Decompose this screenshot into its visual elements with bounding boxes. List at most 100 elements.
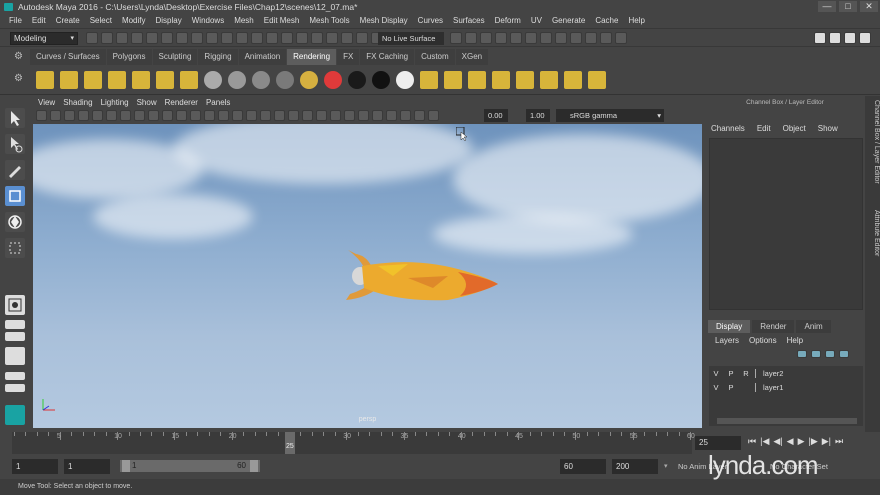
toggle-icon[interactable] (814, 32, 826, 44)
material-surface-icon[interactable] (348, 71, 366, 89)
menu-file[interactable]: File (4, 14, 27, 28)
snap-curve-icon[interactable] (221, 32, 233, 44)
viewport-tool-icon[interactable] (274, 110, 285, 121)
channel-box-toggle-icon[interactable] (615, 32, 627, 44)
visibility-toggle[interactable]: V (709, 369, 723, 378)
snap-view-icon[interactable] (251, 32, 263, 44)
viewport-tool-icon[interactable] (78, 110, 89, 121)
maximize-button[interactable]: □ (839, 1, 857, 12)
render-icon[interactable] (420, 71, 438, 89)
viewport-menu-panels[interactable]: Panels (202, 97, 234, 109)
viewport-menu-show[interactable]: Show (133, 97, 161, 109)
tab-render[interactable]: Render (752, 320, 795, 333)
channel-menu-channels[interactable]: Channels (711, 124, 745, 133)
lasso-tool-icon[interactable] (5, 134, 25, 154)
time-slider[interactable]: 5 10 15 20 25 30 35 40 45 50 55 60 25 (12, 432, 695, 454)
viewport-tool-icon[interactable] (218, 110, 229, 121)
toggle-icon[interactable] (844, 32, 856, 44)
target-icon[interactable] (588, 71, 606, 89)
viewport-tool-icon[interactable] (204, 110, 215, 121)
menu-windows[interactable]: Windows (187, 14, 229, 28)
playback-toggle[interactable]: P (723, 369, 739, 378)
new-scene-icon[interactable] (86, 32, 98, 44)
viewport-tool-icon[interactable] (316, 110, 327, 121)
viewport-tool-icon[interactable] (386, 110, 397, 121)
render-frame-icon[interactable] (450, 32, 462, 44)
tab-attribute-editor[interactable]: Attribute Editor (865, 210, 880, 290)
viewport-tool-icon[interactable] (302, 110, 313, 121)
viewport-tool-icon[interactable] (64, 110, 75, 121)
new-layer-selected-icon[interactable] (839, 350, 849, 358)
channel-menu-object[interactable]: Object (783, 124, 806, 133)
hypershade-icon[interactable] (516, 71, 534, 89)
layer-menu-help[interactable]: Help (787, 336, 803, 345)
viewport-tool-icon[interactable] (344, 110, 355, 121)
undo-icon[interactable] (131, 32, 143, 44)
magnet-icon[interactable] (341, 32, 353, 44)
construction-icon[interactable] (326, 32, 338, 44)
viewport-tool-icon[interactable] (372, 110, 383, 121)
viewport-tool-icon[interactable] (176, 110, 187, 121)
layer-menu-options[interactable]: Options (749, 336, 777, 345)
light-link-icon[interactable] (564, 71, 582, 89)
menu-edit-mesh[interactable]: Edit Mesh (259, 14, 305, 28)
menu-surfaces[interactable]: Surfaces (448, 14, 490, 28)
menu-create[interactable]: Create (51, 14, 85, 28)
viewport-tool-icon[interactable] (288, 110, 299, 121)
render-settings-icon[interactable] (492, 71, 510, 89)
maya-m-icon[interactable] (5, 405, 25, 425)
ipr-render-icon[interactable] (465, 32, 477, 44)
visibility-toggle[interactable]: V (709, 383, 723, 392)
toggle-icon[interactable] (829, 32, 841, 44)
live-surface-field[interactable]: No Live Surface (378, 32, 444, 45)
move-tool-icon[interactable] (5, 186, 25, 206)
persp-outliner-icon[interactable] (5, 347, 25, 365)
ipr-icon[interactable] (444, 71, 462, 89)
character-controls-icon[interactable] (570, 32, 582, 44)
menu-generate[interactable]: Generate (547, 14, 590, 28)
go-to-end-icon[interactable]: ⏭ (835, 436, 843, 450)
material-anisotropic-icon[interactable] (300, 71, 318, 89)
tab-channel-box[interactable]: Channel Box / Layer Editor (865, 100, 880, 200)
hypershade-icon[interactable] (495, 32, 507, 44)
play-backward-icon[interactable]: ◀ (787, 436, 794, 450)
layer-color-swatch[interactable] (755, 369, 763, 378)
channel-menu-show[interactable]: Show (818, 124, 838, 133)
ambient-light-icon[interactable] (36, 71, 54, 89)
viewport-tool-icon[interactable] (190, 110, 201, 121)
mode-selector[interactable]: Modeling ▾ (10, 32, 78, 45)
symmetry-icon[interactable] (356, 32, 368, 44)
close-button[interactable]: ✕ (860, 1, 878, 12)
output-icon[interactable] (311, 32, 323, 44)
select-tool-icon[interactable] (5, 108, 25, 128)
four-view-icon[interactable] (5, 320, 25, 329)
batch-icon[interactable] (468, 71, 486, 89)
channel-box-body[interactable] (709, 138, 863, 310)
material-lambert-icon[interactable] (228, 71, 246, 89)
viewport-tool-icon[interactable] (246, 110, 257, 121)
viewport-tool-icon[interactable] (232, 110, 243, 121)
scale-tool-icon[interactable] (5, 238, 25, 258)
layer-row[interactable]: V P Rlayer2 (709, 367, 863, 380)
render-view-icon[interactable] (510, 32, 522, 44)
snap-grid-icon[interactable] (206, 32, 218, 44)
viewport-menu-renderer[interactable]: Renderer (161, 97, 202, 109)
save-scene-icon[interactable] (116, 32, 128, 44)
select-object-icon[interactable] (176, 32, 188, 44)
area-light-icon[interactable] (132, 71, 150, 89)
layer-move-up-icon[interactable] (797, 350, 807, 358)
range-slider-handle[interactable] (122, 460, 130, 472)
shelf-tab-fx-caching[interactable]: FX Caching (360, 49, 415, 65)
playback-toggle[interactable]: P (723, 383, 739, 392)
shelf-tab-rendering[interactable]: Rendering (287, 49, 337, 65)
menu-deform[interactable]: Deform (490, 14, 526, 28)
rocket-model[interactable] (338, 242, 508, 314)
material-shadow-icon[interactable] (372, 71, 390, 89)
menu-curves[interactable]: Curves (413, 14, 448, 28)
viewport-menu-lighting[interactable]: Lighting (97, 97, 133, 109)
range-start-field[interactable]: 1 (64, 459, 110, 474)
graph-layout-icon[interactable] (5, 372, 25, 380)
step-forward-icon[interactable]: |▶ (808, 436, 817, 450)
tab-display[interactable]: Display (708, 320, 751, 333)
menu-help[interactable]: Help (623, 14, 649, 28)
